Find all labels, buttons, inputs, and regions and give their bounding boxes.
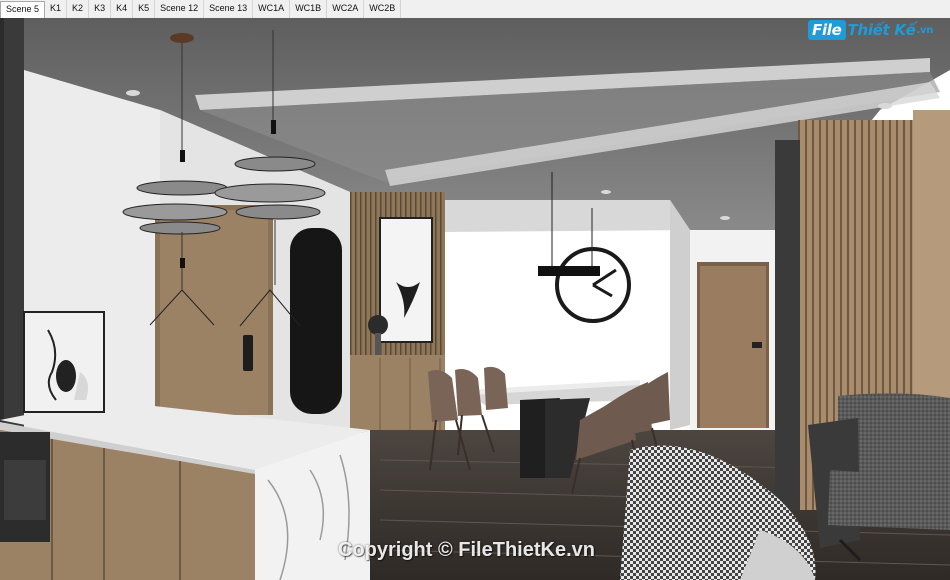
logo-name-text: Thiết Kế	[847, 21, 916, 39]
scene-tab-bar: Scene 5 K1 K2 K3 K4 K5 Scene 12 Scene 13…	[0, 0, 950, 19]
scene-tab-k5[interactable]: K5	[133, 0, 156, 18]
scene-tab-scene-12[interactable]: Scene 12	[155, 0, 205, 18]
logo-file-text: File	[808, 20, 846, 40]
plant	[368, 315, 388, 335]
scene-tab-wc2a[interactable]: WC2A	[327, 0, 365, 18]
scene-tab-wc1a[interactable]: WC1A	[253, 0, 291, 18]
logo-tld-text: .vn	[916, 24, 934, 36]
scene-tab-k3[interactable]: K3	[89, 0, 112, 18]
downlight	[601, 190, 611, 194]
round-mirror	[290, 228, 342, 414]
scene-tab-scene-13[interactable]: Scene 13	[204, 0, 254, 18]
scene-tab-k1[interactable]: K1	[45, 0, 68, 18]
filethietke-logo: File Thiết Kế .vn	[808, 18, 933, 42]
wall-column	[670, 200, 690, 430]
scene-tab-k4[interactable]: K4	[111, 0, 134, 18]
downlight	[126, 90, 140, 96]
scene-tab-k2[interactable]: K2	[67, 0, 90, 18]
door-lock	[243, 335, 253, 371]
3d-viewport[interactable]	[0, 18, 950, 580]
right-wall-edge	[775, 140, 800, 510]
scene-tab-scene-5[interactable]: Scene 5	[0, 1, 46, 18]
pendant-canopy	[170, 33, 194, 43]
downlight	[878, 103, 892, 109]
scene-tab-wc2b[interactable]: WC2B	[364, 0, 402, 18]
scene-tab-wc1b[interactable]: WC1B	[290, 0, 328, 18]
copyright-watermark: Copyright © FileThietKe.vn	[338, 539, 595, 561]
linear-pendant	[538, 266, 600, 276]
sketchup-window: Scene 5 K1 K2 K3 K4 K5 Scene 12 Scene 13…	[0, 0, 950, 580]
downlight	[720, 216, 730, 220]
interior-render	[0, 18, 950, 580]
